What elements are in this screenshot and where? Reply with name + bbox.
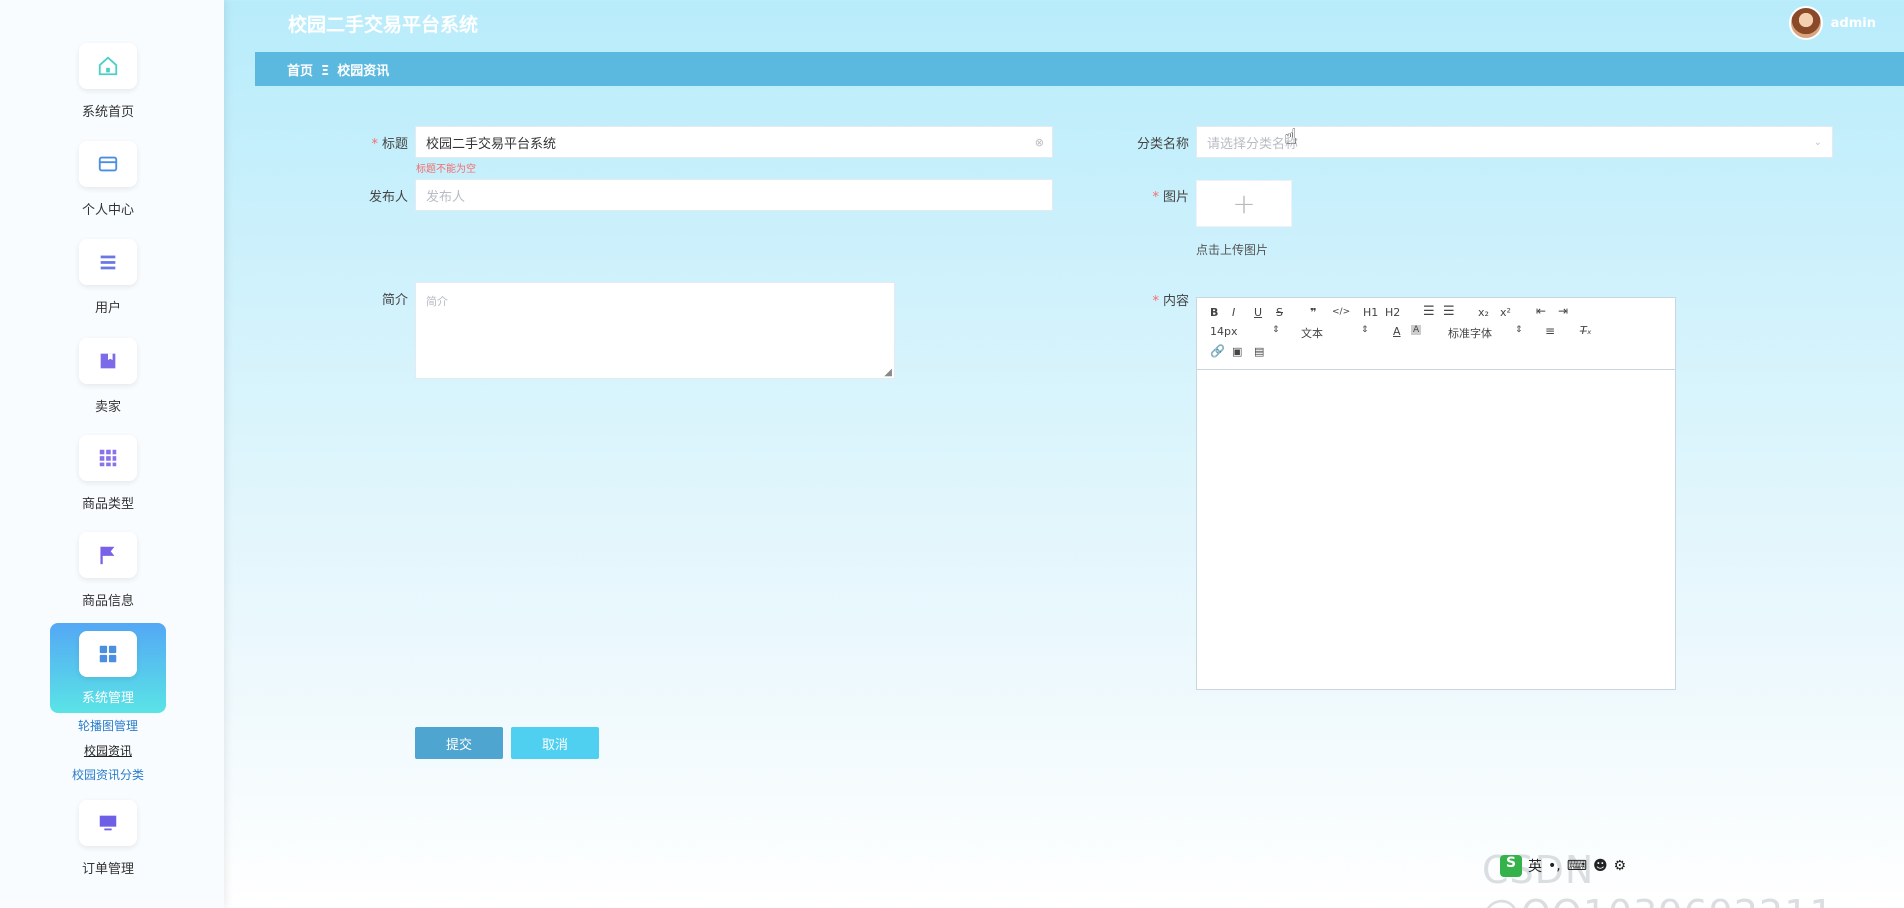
publisher-label: 发布人: [368, 190, 408, 205]
apps-icon: [79, 631, 137, 677]
submenu-link[interactable]: 轮播图管理: [78, 719, 138, 733]
grid-icon: [79, 435, 137, 481]
title-error: 标题不能为空: [416, 164, 476, 175]
app-title: 校园二手交易平台系统: [288, 14, 479, 36]
subscript-button[interactable]: x₂: [1478, 306, 1489, 319]
list-icon: [79, 239, 137, 285]
h1-button[interactable]: H1: [1363, 306, 1378, 319]
home-icon: [79, 43, 137, 89]
sidebar-item-users[interactable]: 用户: [50, 239, 166, 316]
h2-button[interactable]: H2: [1385, 306, 1400, 319]
align-icon[interactable]: ≡: [1545, 324, 1555, 338]
link-icon[interactable]: 🔗: [1210, 344, 1225, 358]
intro-textarea[interactable]: 简介 ◢: [415, 282, 895, 379]
sidebar-item-product-types[interactable]: 商品类型: [50, 435, 166, 512]
chevron-down-icon: ⌄: [1813, 136, 1822, 148]
breadcrumb-current: 校园资讯: [337, 64, 390, 79]
ordered-list-icon[interactable]: ☰: [1423, 304, 1435, 319]
underline-button[interactable]: U: [1254, 306, 1262, 319]
sidebar-item-label: 商品信息: [81, 594, 134, 609]
video-icon[interactable]: ▤: [1254, 345, 1264, 358]
chevron-updown-icon: ⇕: [1515, 325, 1523, 335]
publisher-placeholder: 发布人: [426, 189, 466, 205]
sidebar-item-profile[interactable]: 个人中心: [50, 141, 166, 218]
submenu-item-news-category[interactable]: 校园资讯分类: [0, 766, 216, 783]
editor-toolbar: B I U S ❞ </> H1 H2 ☰ ☰ x₂ x² ⇤ ⇥ 14px ⇕…: [1197, 298, 1675, 370]
upload-tip: 点击上传图片: [1196, 243, 1269, 257]
title-input[interactable]: 校园二手交易平台系统 ⊗: [415, 126, 1053, 158]
intro-label: 简介: [381, 293, 408, 308]
cancel-button[interactable]: 取消: [511, 727, 599, 759]
submenu-link[interactable]: 校园资讯分类: [72, 768, 144, 782]
sidebar-item-orders[interactable]: 订单管理: [50, 800, 166, 877]
sidebar-item-label: 个人中心: [81, 203, 134, 218]
sidebar: 系统首页 个人中心 用户 卖家 商品类型 商品信息 系统管理 轮播图管理 校园资…: [0, 0, 224, 908]
top-header: 校园二手交易平台系统 admin: [224, 0, 1904, 48]
ime-toolbar[interactable]: S 英 •, ⌨ ☻ ⚙: [1500, 855, 1626, 877]
title-value: 校园二手交易平台系统: [426, 136, 557, 152]
submenu-item-news[interactable]: 校园资讯: [0, 742, 216, 759]
bold-button[interactable]: B: [1210, 306, 1218, 319]
rich-text-editor[interactable]: B I U S ❞ </> H1 H2 ☰ ☰ x₂ x² ⇤ ⇥ 14px ⇕…: [1196, 297, 1676, 690]
indent-icon[interactable]: ⇥: [1558, 304, 1568, 318]
monitor-icon: [79, 800, 137, 846]
submit-button[interactable]: 提交: [415, 727, 503, 759]
username: admin: [1830, 15, 1876, 31]
publisher-input[interactable]: 发布人: [415, 179, 1053, 211]
sogou-icon: S: [1500, 855, 1522, 877]
title-label: * 标题: [371, 137, 408, 152]
sidebar-item-label: 商品类型: [81, 497, 134, 512]
sidebar-item-label: 系统首页: [81, 105, 134, 120]
resize-handle-icon[interactable]: ◢: [884, 367, 892, 378]
bullet-list-icon[interactable]: ☰: [1443, 304, 1455, 319]
ime-punct-icon[interactable]: •,: [1548, 858, 1561, 874]
sidebar-item-product-info[interactable]: 商品信息: [50, 532, 166, 609]
font-color-icon[interactable]: A: [1393, 325, 1401, 338]
avatar[interactable]: [1788, 6, 1823, 40]
sidebar-item-label: 订单管理: [81, 862, 134, 877]
clear-icon[interactable]: ⊗: [1035, 136, 1044, 149]
ime-lang[interactable]: 英: [1528, 856, 1542, 876]
flag-icon: [79, 532, 137, 578]
sidebar-item-sellers[interactable]: 卖家: [50, 338, 166, 415]
hand-cursor-icon: ☝: [1284, 125, 1298, 150]
content-label: * 内容: [1152, 294, 1189, 309]
image-icon[interactable]: ▣: [1232, 345, 1242, 358]
ime-tools-icon[interactable]: ⚙: [1614, 858, 1627, 874]
card-icon: [79, 141, 137, 187]
clear-format-icon[interactable]: T̶ₓ: [1580, 324, 1592, 337]
background-color-icon[interactable]: A: [1411, 325, 1422, 335]
keyboard-icon[interactable]: ⌨: [1567, 858, 1587, 874]
image-upload[interactable]: +: [1196, 180, 1292, 227]
strike-button[interactable]: S: [1276, 306, 1283, 319]
image-label: * 图片: [1152, 190, 1189, 205]
chevron-updown-icon: ⇕: [1272, 325, 1280, 335]
plus-icon: +: [1232, 187, 1256, 220]
category-label: 分类名称: [1136, 137, 1189, 152]
blockquote-button[interactable]: ❞: [1310, 306, 1316, 319]
sidebar-item-home[interactable]: 系统首页: [50, 43, 166, 120]
font-size-select[interactable]: 14px: [1210, 325, 1238, 338]
book-icon: [79, 338, 137, 384]
user-menu[interactable]: admin: [1788, 6, 1876, 40]
breadcrumb-separator: Ξ: [321, 64, 330, 79]
submenu-item-carousel[interactable]: 轮播图管理: [0, 717, 216, 734]
sidebar-item-label: 系统管理: [81, 691, 134, 706]
heading-select[interactable]: 文本: [1301, 325, 1323, 341]
breadcrumb-home[interactable]: 首页: [287, 64, 313, 79]
breadcrumb: 首页 Ξ 校园资讯: [255, 52, 1904, 86]
font-family-select[interactable]: 标准字体: [1448, 325, 1492, 341]
sidebar-item-label: 卖家: [94, 400, 121, 415]
sidebar-item-label: 用户: [94, 301, 121, 316]
intro-placeholder: 简介: [426, 295, 448, 308]
chevron-updown-icon: ⇕: [1361, 325, 1369, 335]
outdent-icon[interactable]: ⇤: [1536, 304, 1546, 318]
superscript-button[interactable]: x²: [1500, 306, 1511, 319]
code-button[interactable]: </>: [1332, 307, 1350, 317]
italic-button[interactable]: I: [1232, 306, 1235, 319]
ime-skin-icon[interactable]: ☻: [1593, 858, 1608, 874]
sidebar-item-system[interactable]: 系统管理: [50, 623, 166, 713]
submenu-link[interactable]: 校园资讯: [84, 744, 132, 758]
